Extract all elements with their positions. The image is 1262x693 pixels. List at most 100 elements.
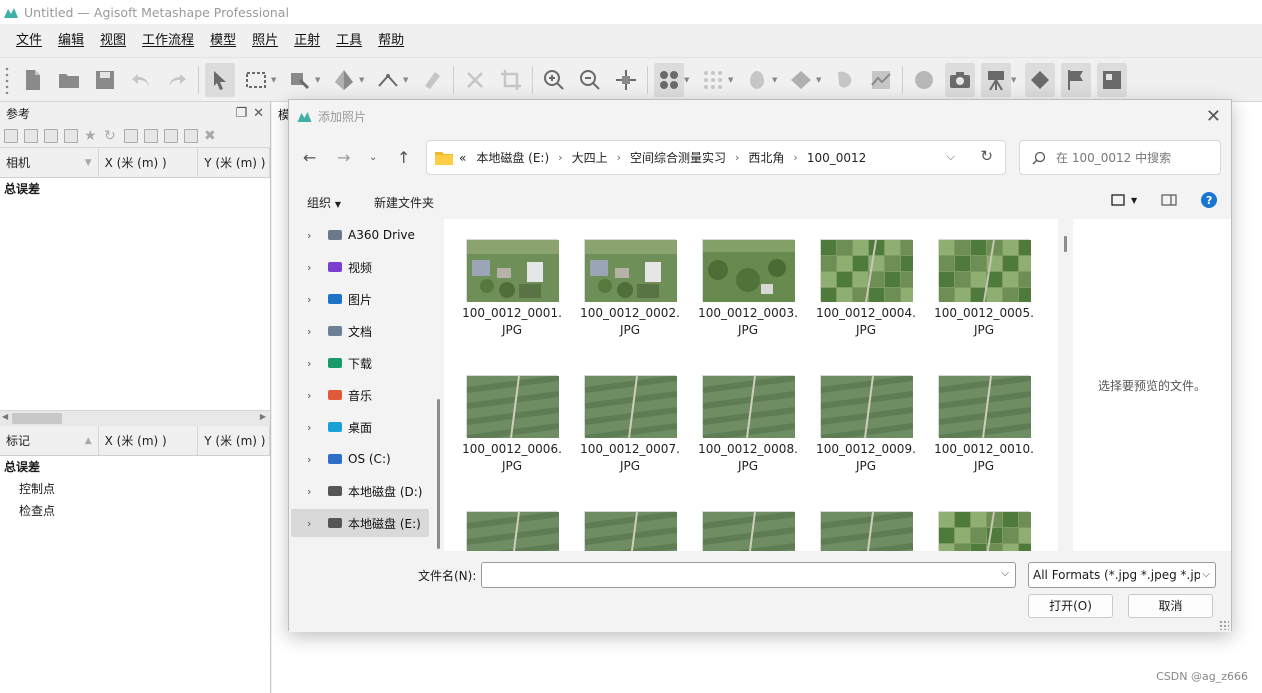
convert-icon[interactable]: [44, 128, 58, 143]
settings-icon[interactable]: [184, 128, 198, 143]
chevron-down-icon[interactable]: ▼: [772, 76, 780, 84]
new-file-icon[interactable]: [18, 63, 48, 97]
nav-scrollbar[interactable]: [437, 399, 440, 549]
file-tile[interactable]: [462, 511, 562, 551]
tiled-model-icon[interactable]: [786, 63, 816, 97]
file-tile[interactable]: 100_0012_0001. JPG: [462, 239, 562, 339]
close-icon[interactable]: ✕: [253, 106, 264, 121]
chevron-right-icon[interactable]: ›: [307, 229, 327, 242]
chevron-down-icon[interactable]: ▼: [1131, 196, 1137, 205]
search-input[interactable]: [1056, 150, 1216, 165]
file-tile[interactable]: 100_0012_0006. JPG: [462, 375, 562, 475]
breadcrumb-northwest[interactable]: 西北角: [748, 149, 784, 166]
crop-icon[interactable]: [496, 63, 526, 97]
scrollbar-thumb[interactable]: [12, 413, 62, 424]
address-bar[interactable]: « 本地磁盘 (E:) › 大四上 › 空间综合测量实习 › 西北角 › 100_001…: [426, 140, 1006, 175]
file-tile[interactable]: [816, 511, 916, 551]
menu-ortho[interactable]: 正射: [286, 30, 328, 52]
nav-item-music[interactable]: › 音乐: [291, 381, 429, 409]
menu-edit[interactable]: 编辑: [50, 30, 92, 52]
file-tile[interactable]: [934, 511, 1034, 551]
search-box[interactable]: [1019, 140, 1221, 175]
forward-arrow-icon[interactable]: →: [337, 148, 350, 167]
chevron-right-icon[interactable]: ›: [617, 151, 621, 164]
chevron-down-icon[interactable]: ▼: [315, 76, 323, 84]
move-icon[interactable]: [611, 63, 641, 97]
nav-item-desktop[interactable]: › 桌面: [291, 413, 429, 441]
table-row-total-error[interactable]: 总误差: [0, 456, 270, 478]
file-tile[interactable]: [698, 511, 798, 551]
file-tile[interactable]: 100_0012_0008. JPG: [698, 375, 798, 475]
menu-workflow[interactable]: 工作流程: [134, 30, 202, 52]
file-type-select[interactable]: All Formats (*.jpg *.jpeg *.jp2 ⌵: [1028, 562, 1216, 588]
file-tile[interactable]: 100_0012_0005. JPG: [934, 239, 1034, 339]
chevron-down-icon[interactable]: ⌵: [947, 150, 955, 164]
dense-points-icon[interactable]: [698, 63, 728, 97]
menu-photos[interactable]: 照片: [244, 30, 286, 52]
table-row-check-points[interactable]: 检查点: [0, 500, 270, 522]
chevron-down-icon[interactable]: ▼: [728, 76, 736, 84]
save-icon[interactable]: [90, 63, 120, 97]
preview-pane-icon[interactable]: [1161, 194, 1177, 206]
nav-item-downloads[interactable]: › 下载: [291, 349, 429, 377]
undock-icon[interactable]: ❐: [235, 106, 247, 121]
view-mode-icon[interactable]: [1111, 194, 1125, 206]
chevron-down-icon[interactable]: ⌵: [1200, 563, 1210, 587]
file-tile[interactable]: 100_0012_0010. JPG: [934, 375, 1034, 475]
rotate-object-icon[interactable]: [329, 63, 359, 97]
chevron-down-icon[interactable]: ▼: [359, 76, 367, 84]
undo-icon[interactable]: [126, 63, 156, 97]
nav-item-cloud[interactable]: › A360 Drive: [291, 221, 429, 249]
back-arrow-icon[interactable]: ←: [303, 148, 316, 167]
chevron-down-icon[interactable]: ▼: [816, 76, 824, 84]
camera-icon[interactable]: [945, 62, 975, 97]
nav-item-pictures[interactable]: › 图片: [291, 285, 429, 313]
chevron-right-icon[interactable]: ›: [307, 421, 327, 434]
calculator-icon[interactable]: [64, 128, 78, 143]
ruler-icon[interactable]: [373, 63, 403, 97]
pointer-icon[interactable]: [205, 62, 235, 97]
dem-icon[interactable]: [866, 63, 896, 97]
chevron-right-icon[interactable]: ›: [307, 293, 327, 306]
scroll-left-icon[interactable]: ◀: [2, 412, 8, 421]
refresh-icon[interactable]: ↻: [980, 147, 993, 165]
chevron-right-icon[interactable]: ›: [307, 517, 327, 530]
file-tile[interactable]: 100_0012_0003. JPG: [698, 239, 798, 339]
nav-item-documents[interactable]: › 文档: [291, 317, 429, 345]
view-source-icon[interactable]: [124, 128, 138, 143]
nav-item-drive-c[interactable]: › OS (C:): [291, 445, 429, 473]
filename-input[interactable]: ⌵: [481, 562, 1016, 588]
breadcrumb-overflow[interactable]: «: [459, 151, 466, 165]
chevron-right-icon[interactable]: ›: [307, 357, 327, 370]
chevron-down-icon[interactable]: ⌵: [1001, 568, 1009, 579]
import-icon[interactable]: [4, 128, 18, 143]
nav-item-video[interactable]: › 视频: [291, 253, 429, 281]
table-row-control-points[interactable]: 控制点: [0, 478, 270, 500]
chevron-right-icon[interactable]: ›: [307, 453, 327, 466]
globe-icon[interactable]: [909, 63, 939, 97]
shapes-icon[interactable]: [830, 63, 860, 97]
tripod-camera-icon[interactable]: [981, 62, 1011, 97]
export-icon[interactable]: [24, 128, 38, 143]
refresh-icon[interactable]: ↻: [104, 129, 118, 143]
menu-tools[interactable]: 工具: [328, 30, 370, 52]
open-folder-icon[interactable]: [54, 63, 84, 97]
column-header-marker[interactable]: 标记 ▲: [0, 426, 99, 455]
chevron-down-icon[interactable]: ▼: [684, 76, 692, 84]
breadcrumb-survey-practice[interactable]: 空间综合测量实习: [630, 149, 726, 166]
tools-icon[interactable]: ✖: [204, 129, 218, 143]
view-estimated-icon[interactable]: [144, 128, 158, 143]
breadcrumb-drive-e[interactable]: 本地磁盘 (E:): [476, 149, 549, 166]
file-tile[interactable]: 100_0012_0004. JPG: [816, 239, 916, 339]
brush-select-icon[interactable]: [285, 63, 315, 97]
flag-icon[interactable]: [1061, 62, 1091, 97]
horizontal-scrollbar[interactable]: ◀ ▶: [0, 410, 270, 426]
nav-item-drive-d[interactable]: › 本地磁盘 (D:): [291, 477, 429, 505]
resize-grip[interactable]: [1219, 620, 1229, 630]
chevron-down-icon[interactable]: ▼: [403, 76, 411, 84]
chevron-right-icon[interactable]: ›: [307, 389, 327, 402]
chevron-down-icon[interactable]: ▼: [1011, 76, 1019, 84]
column-header-y[interactable]: Y (米 (m) ): [198, 426, 270, 455]
open-button[interactable]: 打开(O): [1028, 594, 1113, 618]
new-folder-button[interactable]: 新建文件夹: [374, 194, 434, 211]
